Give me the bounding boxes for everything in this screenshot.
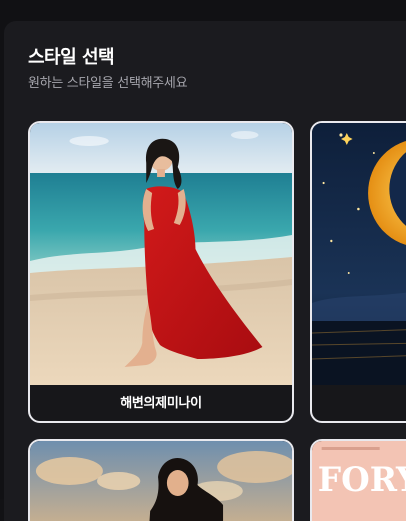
beach-thumbnail	[30, 123, 292, 385]
moon-thumbnail	[312, 123, 406, 385]
style-card-sunset[interactable]	[28, 439, 294, 521]
style-select-dialog: 스타일 선택 원하는 스타일을 선택해주세요 해변의제미나이 FOR	[4, 21, 406, 521]
style-card-label	[312, 387, 406, 421]
style-card-poster[interactable]: FORY	[310, 439, 406, 521]
style-card-label: 해변의제미나이	[120, 396, 202, 411]
style-card-beach[interactable]: 해변의제미나이	[28, 121, 294, 423]
sunset-thumbnail	[30, 441, 292, 521]
dialog-title: 스타일 선택	[28, 47, 115, 68]
poster-headline: FORY	[318, 459, 406, 499]
dialog-subtitle: 원하는 스타일을 선택해주세요	[28, 76, 188, 91]
style-card-moon[interactable]	[310, 121, 406, 423]
poster-thumbnail: FORY	[312, 441, 406, 521]
